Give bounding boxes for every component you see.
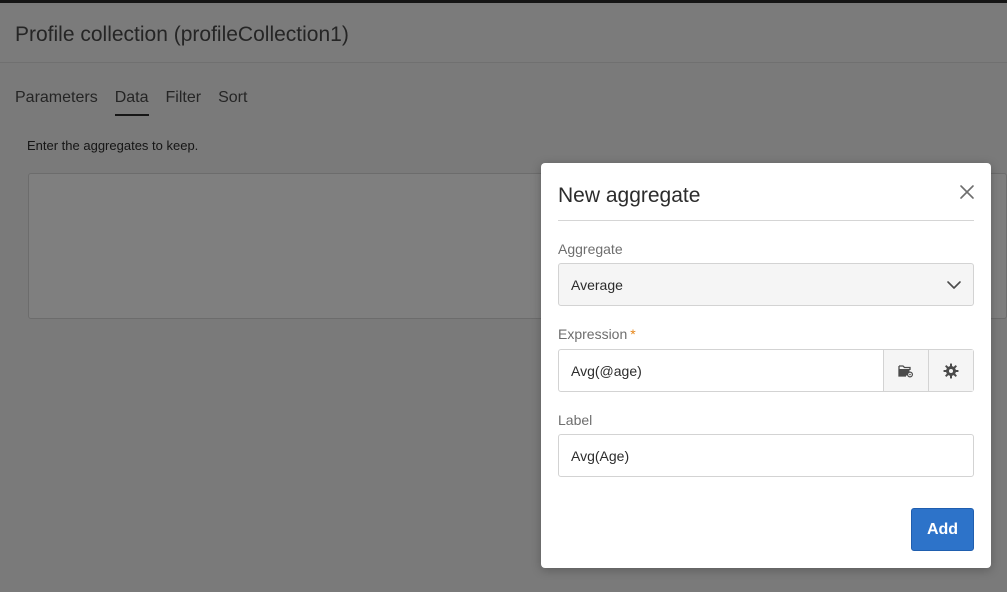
- close-button[interactable]: [957, 182, 977, 202]
- aggregate-label: Aggregate: [558, 241, 623, 257]
- expression-input[interactable]: [559, 350, 883, 391]
- expression-label-row: Expression *: [558, 326, 636, 342]
- add-button[interactable]: Add: [911, 508, 974, 551]
- expression-field-group: [558, 349, 974, 392]
- label-input[interactable]: [558, 434, 974, 477]
- chevron-down-icon: [947, 281, 961, 289]
- label-field-label: Label: [558, 412, 593, 428]
- new-aggregate-dialog: New aggregate Aggregate Average Expressi…: [541, 163, 991, 568]
- expression-settings-button[interactable]: [928, 350, 973, 391]
- close-icon: [960, 185, 974, 199]
- expression-editor-button[interactable]: [883, 350, 928, 391]
- gear-icon: [943, 363, 959, 378]
- folder-settings-icon: [898, 364, 914, 378]
- expression-label: Expression: [558, 326, 628, 342]
- dialog-title: New aggregate: [558, 184, 701, 207]
- aggregate-select[interactable]: Average: [558, 263, 974, 306]
- aggregate-select-value: Average: [571, 277, 623, 293]
- required-marker: *: [630, 326, 636, 342]
- title-divider: [558, 220, 974, 221]
